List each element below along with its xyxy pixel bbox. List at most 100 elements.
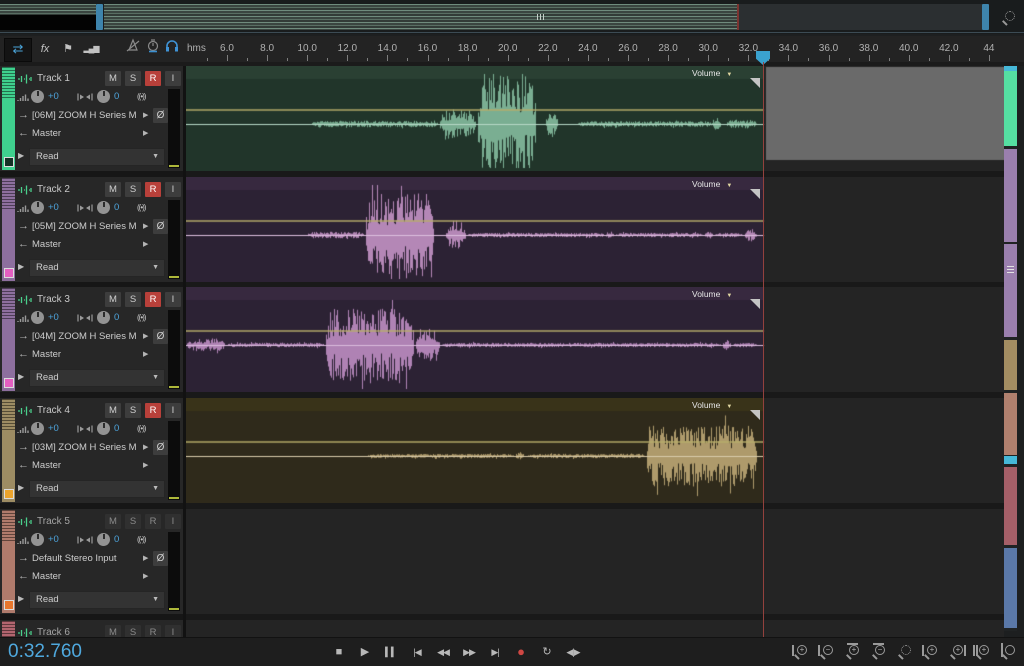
pan-knob[interactable] (97, 201, 110, 214)
navigator-session-overview[interactable] (104, 4, 737, 30)
track-color-strip[interactable] (2, 67, 15, 170)
scrollbar-segment-track-5[interactable] (1004, 393, 1017, 455)
track-lanes[interactable]: Volume▼ Volume▼ Volume▼ Volume▼ (186, 66, 1004, 637)
output-submenu-icon[interactable]: ▶ (143, 350, 148, 358)
clip-edge-handle[interactable] (750, 78, 760, 88)
input-submenu-icon[interactable]: ▶ (143, 111, 148, 119)
output-select[interactable]: Master (32, 349, 140, 360)
automation-mode-dropdown[interactable]: Read ▼ (29, 259, 165, 277)
arm-record-button[interactable]: R (145, 292, 161, 307)
scrollbar-grip[interactable] (1007, 266, 1014, 273)
volume-knob[interactable] (31, 422, 44, 435)
automation-collapse-icon[interactable]: ▶ (18, 262, 24, 271)
solo-button[interactable]: S (125, 182, 141, 197)
track-color-chip[interactable] (4, 157, 14, 167)
scrollbar-segment-track-6[interactable] (1004, 467, 1017, 545)
solo-button[interactable]: S (125, 625, 141, 637)
phase-invert-button[interactable]: Ø (153, 219, 168, 234)
automation-mode-dropdown[interactable]: Read ▼ (29, 591, 165, 609)
monitor-input-icon[interactable]: ((•)) (137, 92, 145, 101)
timeline-navigator[interactable] (0, 0, 1024, 34)
marker-tool-button[interactable]: ⚑ (58, 38, 78, 60)
mute-button[interactable]: M (105, 292, 121, 307)
track-lane[interactable]: Volume▼ (186, 177, 1004, 282)
automation-collapse-icon[interactable]: ▶ (18, 151, 24, 160)
track-lane[interactable]: Volume▼ (186, 66, 1004, 171)
monitor-input-icon[interactable]: ((•)) (137, 424, 145, 433)
clip-envelope-selector[interactable]: Volume▼ (692, 68, 732, 78)
arm-record-button[interactable]: R (145, 182, 161, 197)
scrollbar-segment-track-2[interactable] (1004, 149, 1017, 242)
output-select[interactable]: Master (32, 128, 140, 139)
input-submenu-icon[interactable]: ▶ (143, 443, 148, 451)
timeline-ruler[interactable]: hms 6.08.010.012.014.016.018.020.022.024… (185, 36, 1004, 62)
mute-button[interactable]: M (105, 403, 121, 418)
input-select[interactable]: [06M] ZOOM H Series M (32, 110, 140, 121)
rewind-button[interactable]: ◀◀ (434, 642, 452, 662)
track-color-strip[interactable] (2, 399, 15, 502)
track-vertical-scrollbar[interactable] (1004, 66, 1017, 631)
monitor-headphones-icon[interactable] (162, 38, 182, 60)
track-color-strip[interactable] (2, 510, 15, 613)
scrollbar-segment-track-3[interactable] (1004, 244, 1017, 337)
input-monitor-button[interactable]: I (165, 625, 181, 637)
effects-toggle-button[interactable]: fx (34, 38, 56, 60)
solo-button[interactable]: S (125, 292, 141, 307)
input-monitor-button[interactable]: I (165, 514, 181, 529)
pan-value[interactable]: 0 (114, 202, 119, 213)
clip-edge-handle[interactable] (750, 299, 760, 309)
input-select[interactable]: [03M] ZOOM H Series M (32, 442, 140, 453)
track-lane[interactable] (186, 509, 1004, 614)
zoom-in-at-in-point-button[interactable]: + (920, 642, 940, 662)
track-lane[interactable] (186, 620, 1004, 637)
scrollbar-segment-master[interactable] (1004, 548, 1017, 628)
pan-value[interactable]: 0 (114, 91, 119, 102)
zoom-in-amplitude-button[interactable]: + (842, 642, 862, 662)
clip-edge-handle[interactable] (750, 189, 760, 199)
navigator-left-handle[interactable] (96, 4, 103, 30)
clip-envelope-selector[interactable]: Volume▼ (692, 289, 732, 299)
arm-record-button[interactable]: R (145, 625, 161, 637)
track-color-chip[interactable] (4, 268, 14, 278)
clip-edge-handle[interactable] (750, 410, 760, 420)
input-select[interactable]: [05M] ZOOM H Series M (32, 221, 140, 232)
clip-envelope-selector[interactable]: Volume▼ (692, 400, 732, 410)
track-color-chip[interactable] (4, 600, 14, 610)
monitor-input-icon[interactable]: ((•)) (137, 535, 145, 544)
arm-record-button[interactable]: R (145, 514, 161, 529)
solo-button[interactable]: S (125, 403, 141, 418)
record-button[interactable]: ● (512, 642, 530, 662)
automation-mode-dropdown[interactable]: Read ▼ (29, 369, 165, 387)
navigator-zoom-icon[interactable] (998, 8, 1018, 28)
output-select[interactable]: Master (32, 571, 140, 582)
track-name[interactable]: Track 3 (37, 294, 70, 305)
pan-value[interactable]: 0 (114, 312, 119, 323)
move-playhead-previous-button[interactable]: |◀ (408, 642, 426, 662)
pan-knob[interactable] (97, 533, 110, 546)
track-color-strip[interactable] (2, 178, 15, 281)
input-submenu-icon[interactable]: ▶ (143, 554, 148, 562)
phase-invert-button[interactable]: Ø (153, 329, 168, 344)
phase-invert-button[interactable]: Ø (153, 440, 168, 455)
input-monitor-button[interactable]: I (165, 292, 181, 307)
fast-forward-button[interactable]: ▶▶ (460, 642, 478, 662)
track-name[interactable]: Track 1 (37, 73, 70, 84)
input-monitor-button[interactable]: I (165, 403, 181, 418)
phase-invert-button[interactable]: Ø (153, 551, 168, 566)
skip-selection-button[interactable]: ◀|▶ (564, 642, 582, 662)
input-select[interactable]: [04M] ZOOM H Series M (32, 331, 140, 342)
volume-knob[interactable] (31, 533, 44, 546)
zoom-to-all-button[interactable] (998, 642, 1018, 662)
zoom-out-amplitude-button[interactable]: − (868, 642, 888, 662)
volume-value[interactable]: +0 (48, 534, 59, 545)
output-select[interactable]: Master (32, 460, 140, 471)
automation-mode-dropdown[interactable]: Read ▼ (29, 148, 165, 166)
track-name[interactable]: Track 2 (37, 184, 70, 195)
output-submenu-icon[interactable]: ▶ (143, 461, 148, 469)
track-lane[interactable]: Volume▼ (186, 287, 1004, 392)
mixer-view-button[interactable]: ▂▄▆ (80, 38, 102, 60)
scrollbar-segment-view-indicator[interactable] (1004, 456, 1017, 464)
output-submenu-icon[interactable]: ▶ (143, 129, 148, 137)
volume-knob[interactable] (31, 201, 44, 214)
mute-button[interactable]: M (105, 71, 121, 86)
